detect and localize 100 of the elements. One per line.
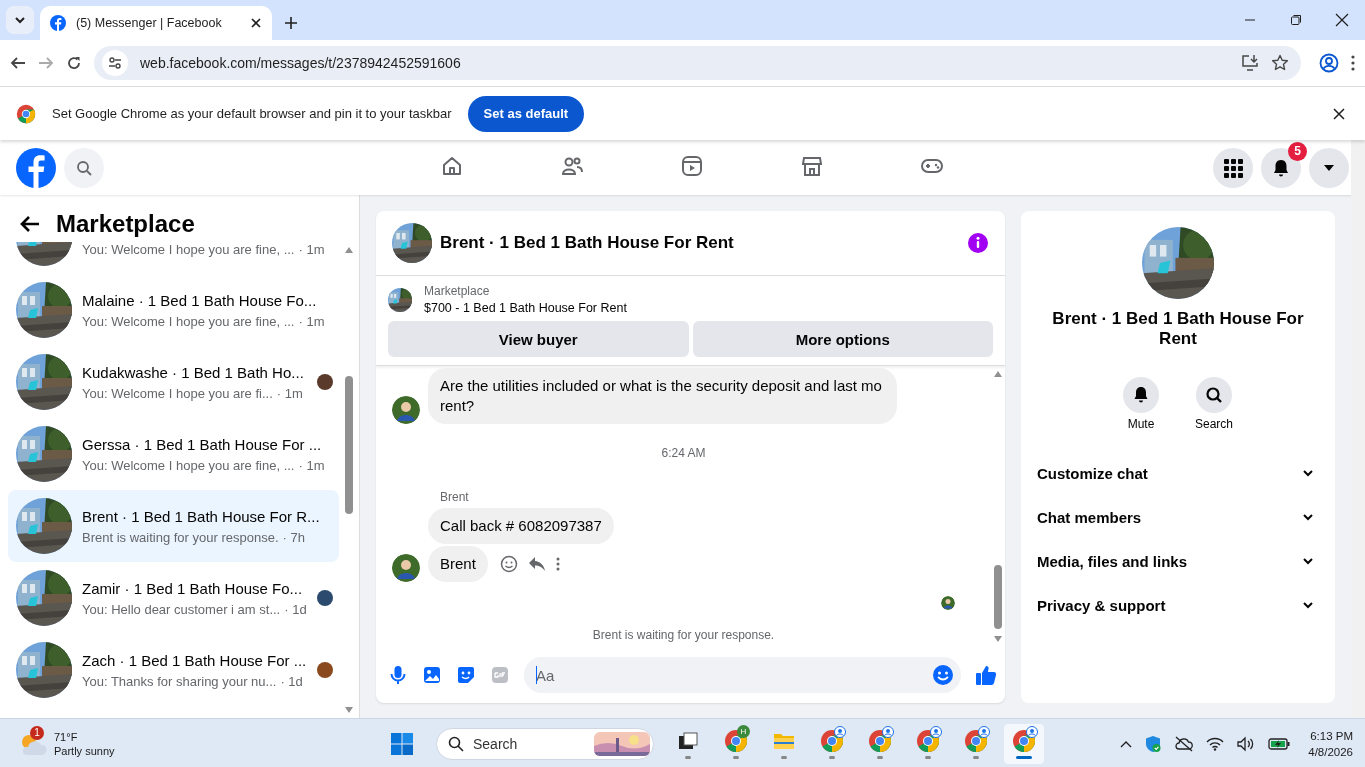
battery-icon[interactable] <box>1268 736 1291 751</box>
conversation-name: Brent · 1 Bed 1 Bath House For R... <box>82 506 321 527</box>
running-indicator <box>685 755 691 759</box>
photo-icon[interactable] <box>422 665 442 685</box>
conversation-item[interactable]: Zach · 1 Bed 1 Bath House For ... You: Thanks for sharing your nu... · 1d <box>8 634 339 706</box>
menu-button[interactable] <box>1213 147 1253 188</box>
scroll-up-arrow-icon[interactable] <box>993 370 1003 378</box>
notifications-button[interactable] <box>1261 147 1301 188</box>
clock[interactable]: 6:13 PM 4/8/2026 <box>1308 727 1353 760</box>
listing-action-button[interactable]: View buyer <box>388 321 689 357</box>
weather-badge: 1 <box>30 725 44 740</box>
close-icon[interactable] <box>250 17 262 29</box>
message-preview: Brent is waiting for your response. <box>82 528 279 546</box>
listing-title[interactable]: $700 - 1 Bed 1 Bath House For Rent <box>424 301 627 315</box>
message-preview: You: Welcome I hope you are fi... <box>82 384 273 402</box>
message-bubble[interactable]: Brent <box>428 546 488 582</box>
message-time: · 1d <box>284 600 307 618</box>
conversation-item[interactable]: Malaine · 1 Bed 1 Bath House Fo... You: Welcome I hope you are fine, ... · 1m <box>8 274 339 346</box>
facebook-icon <box>50 15 66 31</box>
action-label: Mute <box>1127 417 1155 431</box>
emoji-icon[interactable] <box>932 664 954 686</box>
avatar[interactable] <box>392 396 420 424</box>
running-indicator <box>733 755 739 759</box>
plus-icon[interactable] <box>284 16 298 30</box>
scroll-down-arrow-icon[interactable] <box>344 706 354 714</box>
cloud-off-icon[interactable] <box>1174 735 1195 752</box>
windows-icon <box>390 731 414 756</box>
facebook-logo[interactable] <box>16 147 56 188</box>
message-preview: You: Welcome I hope you are fine, ... <box>82 242 295 258</box>
conversation-name: Malaine · 1 Bed 1 Bath House Fo... <box>82 290 318 311</box>
running-indicator <box>1016 755 1032 759</box>
scrollbar-thumb[interactable] <box>345 376 353 514</box>
back-icon[interactable] <box>10 55 26 71</box>
scrollbar-thumb[interactable] <box>994 565 1002 629</box>
section-header[interactable]: Customize chat <box>1037 451 1319 495</box>
message-bubble[interactable]: Are the utilities included or what is the security deposit and last mo rent? <box>428 368 897 424</box>
reply-icon[interactable] <box>527 556 546 572</box>
search-button[interactable] <box>1196 377 1232 413</box>
profile-badge-icon <box>978 725 990 738</box>
conversation-item[interactable]: Zamir · 1 Bed 1 Bath House Fo... You: Hello dear customer i am st... · 1d <box>8 562 339 634</box>
section-header[interactable]: Privacy & support <box>1037 583 1319 627</box>
conversation-item[interactable]: Gerssa · 1 Bed 1 Bath House For ... You: Welcome I hope you are fine, ... · 1m <box>8 418 339 490</box>
mute-button[interactable] <box>1123 377 1159 413</box>
scrollbar[interactable] <box>1351 140 1365 718</box>
running-indicator <box>829 755 835 759</box>
message-preview: You: Thanks for sharing your nu... <box>82 672 277 690</box>
action-label: Search <box>1195 417 1233 431</box>
listing-action-button[interactable]: More options <box>692 321 993 357</box>
section-header[interactable]: Media, files and links <box>1037 539 1319 583</box>
profile-badge-icon <box>834 725 846 738</box>
star-icon[interactable] <box>1271 54 1289 72</box>
close-icon[interactable] <box>1335 13 1349 27</box>
conversation-item[interactable]: You: Welcome I hope you are fine, ... · 1m <box>8 242 339 274</box>
sliders-icon <box>108 56 122 70</box>
back-arrow-icon[interactable] <box>20 214 40 233</box>
running-indicator <box>973 755 979 759</box>
smiley-icon[interactable] <box>499 555 518 573</box>
avatar[interactable] <box>392 554 420 582</box>
browser-tab[interactable]: (5) Messenger | Facebook <box>40 6 272 40</box>
conversation-item[interactable]: Kudakwashe · 1 Bed 1 Bath Ho... You: Welcome I hope you are fi... · 1m <box>8 346 339 418</box>
listing-label: Marketplace <box>424 284 491 298</box>
reload-icon[interactable] <box>66 55 82 71</box>
search-icon <box>448 735 464 752</box>
weather-condition: Partly sunny <box>54 743 115 758</box>
section-header[interactable]: Chat members <box>1037 495 1319 539</box>
taskbar-app-button[interactable]: H <box>716 723 756 764</box>
url-text: web.facebook.com/messages/t/2378942452591606 <box>140 55 462 71</box>
profile-badge-icon <box>882 725 894 738</box>
message-time: · 1m <box>298 312 325 330</box>
install-app-icon[interactable] <box>1241 54 1259 72</box>
sticker-icon[interactable] <box>456 665 476 685</box>
site-settings-button[interactable] <box>102 50 128 76</box>
profile-icon[interactable] <box>1319 53 1339 73</box>
scroll-down-arrow-icon[interactable] <box>993 635 1003 643</box>
scroll-up-arrow-icon[interactable] <box>344 246 354 254</box>
tab-search-button[interactable] <box>6 6 34 34</box>
waiting-status: Brent is waiting for your response. <box>592 628 775 642</box>
chevron-up-icon[interactable] <box>1120 739 1133 748</box>
running-indicator <box>781 755 787 759</box>
message-input-field[interactable]: Aa <box>524 657 961 693</box>
message-time: · 7h <box>282 528 305 546</box>
thumbs-up-icon[interactable] <box>975 664 997 686</box>
conversation-item[interactable]: Brent · 1 Bed 1 Bath House For R... Brent is waiting for your response. · 7h <box>8 490 339 562</box>
scrollbar[interactable] <box>343 246 355 714</box>
address-bar[interactable]: web.facebook.com/messages/t/2378942452591606 <box>94 46 1301 80</box>
chat-title[interactable]: Brent · 1 Bed 1 Bath House For Rent <box>440 233 959 253</box>
message-preview: You: Welcome I hope you are fine, ... <box>82 456 295 474</box>
more-icon[interactable] <box>555 557 560 571</box>
menu-icon[interactable] <box>1351 55 1355 71</box>
message-bubble[interactable]: Call back # 6082097387 <box>428 508 614 544</box>
sender-name: Brent <box>440 490 470 504</box>
wifi-icon[interactable] <box>1206 736 1225 751</box>
set-as-default-button[interactable]: Set as default <box>467 95 585 132</box>
restore-icon[interactable] <box>1290 14 1302 26</box>
shield-icon[interactable] <box>1144 734 1163 753</box>
microphone-icon[interactable] <box>388 665 408 685</box>
close-icon[interactable] <box>1333 107 1345 120</box>
info-icon[interactable] <box>967 232 989 254</box>
home-icon <box>440 154 464 178</box>
message-time: · 1m <box>298 456 325 474</box>
